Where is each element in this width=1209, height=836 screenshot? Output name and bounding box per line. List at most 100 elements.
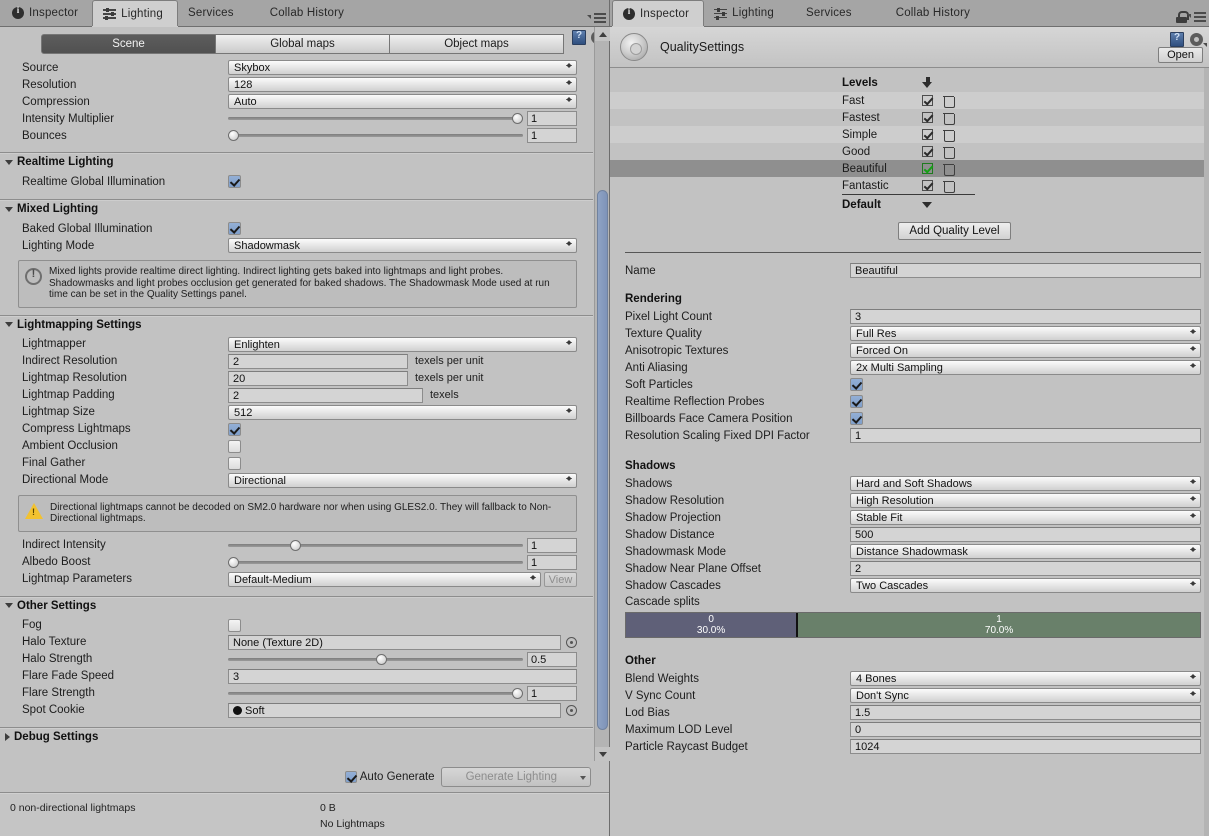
lightmap-parameters-view-button[interactable]: View [544, 571, 577, 587]
lighting-mode-popup[interactable]: Shadowmask [228, 238, 577, 253]
fog-checkbox[interactable] [228, 618, 241, 632]
shadow-projection-popup[interactable]: Stable Fit [850, 510, 1201, 525]
auto-generate-toggle[interactable]: Auto Generate [344, 771, 435, 783]
trash-icon[interactable] [943, 129, 955, 142]
lock-icon[interactable] [1176, 11, 1189, 23]
pixel-light-count-field[interactable]: 3 [850, 309, 1201, 324]
scrollbar-thumb[interactable] [597, 190, 608, 730]
halo-strength-value[interactable]: 0.5 [527, 651, 577, 667]
tab-services[interactable]: Services [788, 0, 866, 26]
flare-strength-value[interactable]: 1 [527, 685, 577, 701]
segment-object-maps[interactable]: Object maps [389, 33, 564, 54]
scroll-down-arrow[interactable] [595, 747, 610, 761]
level-enabled-checkbox[interactable] [922, 129, 933, 140]
billboards-face-camera-checkbox[interactable] [850, 412, 863, 425]
inspector-scrollbar[interactable] [1204, 68, 1209, 836]
lightmap-parameters-popup[interactable]: Default-Medium [228, 571, 541, 587]
hamburger-menu-icon[interactable] [587, 13, 606, 23]
lightmapper-popup[interactable]: Enlighten [228, 336, 577, 352]
compression-popup[interactable]: Auto [228, 94, 577, 109]
quality-name-field[interactable]: Beautiful [850, 263, 1201, 278]
shadow-cascades-popup[interactable]: Two Cascades [850, 578, 1201, 593]
level-row-good[interactable]: Good [610, 143, 1209, 160]
trash-icon[interactable] [943, 163, 955, 176]
shadowmask-mode-popup[interactable]: Distance Shadowmask [850, 544, 1201, 559]
texture-quality-popup[interactable]: Full Res [850, 326, 1201, 341]
trash-icon[interactable] [943, 146, 955, 159]
shadow-near-plane-offset-field[interactable]: 2 [850, 561, 1201, 576]
level-enabled-checkbox[interactable] [922, 112, 933, 123]
tab-inspector[interactable]: Inspector [612, 0, 705, 26]
anisotropic-textures-popup[interactable]: Forced On [850, 343, 1201, 358]
flare-fade-speed-field[interactable]: 3 [228, 668, 577, 684]
gear-icon[interactable] [1190, 33, 1207, 47]
lightmap-size-popup[interactable]: 512 [228, 404, 577, 420]
add-quality-level-button[interactable]: Add Quality Level [898, 222, 1011, 240]
chevron-down-icon[interactable] [922, 201, 932, 208]
realtime-gi-checkbox[interactable] [228, 175, 241, 188]
lightmap-padding-field[interactable]: 2 [228, 387, 423, 403]
book-help-icon[interactable] [572, 30, 586, 45]
cascade-segment-0[interactable]: 0 30.0% [626, 613, 799, 637]
object-picker-icon[interactable] [566, 704, 577, 716]
cascade-segment-1[interactable]: 1 70.0% [798, 613, 1200, 637]
generate-lighting-dropdown[interactable] [575, 767, 591, 787]
open-button[interactable]: Open [1158, 47, 1203, 63]
bounces-value[interactable]: 1 [527, 128, 577, 143]
section-mixed-lighting[interactable]: Mixed Lighting [0, 199, 593, 218]
level-enabled-checkbox[interactable] [922, 95, 933, 106]
shadow-distance-field[interactable]: 500 [850, 527, 1201, 542]
indirect-resolution-field[interactable]: 2 [228, 353, 408, 369]
maximum-lod-level-field[interactable]: 0 [850, 722, 1201, 737]
section-debug-settings[interactable]: Debug Settings [0, 726, 593, 746]
indirect-intensity-value[interactable]: 1 [527, 537, 577, 553]
tab-lighting[interactable]: Lighting [92, 0, 178, 26]
tab-lighting[interactable]: Lighting [704, 0, 788, 26]
trash-icon[interactable] [943, 95, 955, 108]
tab-collab-history[interactable]: Collab History [866, 0, 984, 26]
source-popup[interactable]: Skybox [228, 60, 577, 75]
tab-collab-history[interactable]: Collab History [248, 0, 358, 26]
intensity-multiplier-slider[interactable] [228, 112, 523, 125]
particle-raycast-budget-field[interactable]: 1024 [850, 739, 1201, 754]
shadow-resolution-popup[interactable]: High Resolution [850, 493, 1201, 508]
halo-texture-objectfield[interactable]: None (Texture 2D) [228, 634, 561, 650]
download-arrow-icon[interactable] [922, 77, 933, 89]
generate-lighting-button[interactable]: Generate Lighting [440, 767, 582, 787]
albedo-boost-value[interactable]: 1 [527, 554, 577, 570]
tab-services[interactable]: Services [178, 0, 248, 26]
level-enabled-checkbox[interactable] [922, 180, 933, 191]
trash-icon[interactable] [943, 112, 955, 125]
soft-particles-checkbox[interactable] [850, 378, 863, 391]
section-lightmapping-settings[interactable]: Lightmapping Settings [0, 314, 593, 334]
level-row-beautiful[interactable]: Beautiful [610, 160, 1209, 177]
object-picker-icon[interactable] [566, 636, 577, 648]
resolution-scaling-dpi-field[interactable]: 1 [850, 428, 1201, 443]
level-enabled-checkbox[interactable] [922, 163, 933, 174]
scroll-up-arrow[interactable] [595, 27, 610, 41]
compress-lightmaps-checkbox[interactable] [228, 422, 241, 436]
segment-global-maps[interactable]: Global maps [215, 33, 390, 54]
final-gather-checkbox[interactable] [228, 456, 241, 470]
lod-bias-field[interactable]: 1.5 [850, 705, 1201, 720]
cascade-splits-widget[interactable]: 0 30.0% 1 70.0% [610, 610, 1209, 638]
lightmap-resolution-field[interactable]: 20 [228, 370, 408, 386]
book-help-icon[interactable] [1170, 32, 1184, 47]
level-row-fast[interactable]: Fast [610, 92, 1209, 109]
halo-strength-slider[interactable] [228, 653, 523, 666]
flare-strength-slider[interactable] [228, 687, 523, 700]
level-row-fastest[interactable]: Fastest [610, 109, 1209, 126]
section-realtime-lighting[interactable]: Realtime Lighting [0, 152, 593, 171]
level-row-simple[interactable]: Simple [610, 126, 1209, 143]
hamburger-menu-icon[interactable] [1187, 12, 1206, 22]
anti-aliasing-popup[interactable]: 2x Multi Sampling [850, 360, 1201, 375]
segment-scene[interactable]: Scene [41, 33, 216, 54]
realtime-reflection-probes-checkbox[interactable] [850, 395, 863, 408]
ambient-occlusion-checkbox[interactable] [228, 439, 241, 453]
indirect-intensity-slider[interactable] [228, 539, 523, 552]
spot-cookie-objectfield[interactable]: Soft [228, 702, 561, 718]
tab-inspector[interactable]: Inspector [2, 0, 92, 26]
vsync-count-popup[interactable]: Don't Sync [850, 688, 1201, 703]
lighting-scrollbar[interactable] [594, 27, 610, 761]
directional-mode-popup[interactable]: Directional [228, 472, 577, 488]
